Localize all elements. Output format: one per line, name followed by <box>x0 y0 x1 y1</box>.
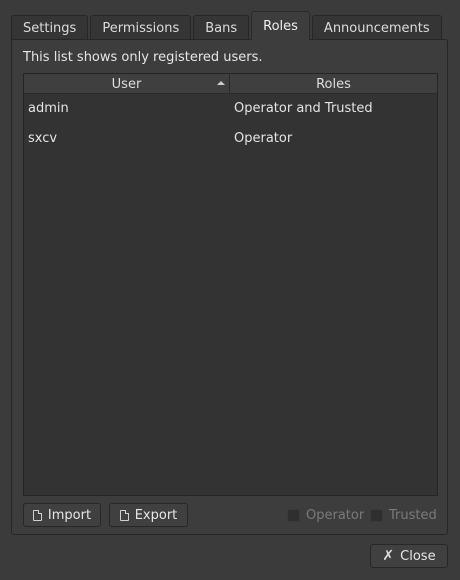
table-row[interactable]: admin Operator and Trusted <box>24 93 437 123</box>
import-button[interactable]: Import <box>23 503 101 527</box>
import-button-label: Import <box>47 507 92 523</box>
trusted-checkbox-box[interactable] <box>370 509 383 522</box>
tab-settings[interactable]: Settings <box>11 15 89 40</box>
table-row[interactable]: sxcv Operator <box>24 123 437 153</box>
roles-cell: Operator <box>234 130 293 146</box>
column-header-roles[interactable]: Roles <box>230 74 437 94</box>
column-header-user[interactable]: User <box>24 74 230 94</box>
operator-checkbox-label: Operator <box>306 508 365 523</box>
document-export-icon <box>119 509 129 521</box>
export-button-label: Export <box>134 507 178 523</box>
tab-bar: Settings Permissions Bans Roles Announce… <box>11 11 444 40</box>
roles-dialog: Settings Permissions Bans Roles Announce… <box>0 0 460 580</box>
operator-checkbox[interactable]: Operator <box>287 508 364 523</box>
column-header-roles-label: Roles <box>316 76 351 92</box>
export-button[interactable]: Export <box>109 503 188 527</box>
roles-cell: Operator and Trusted <box>234 100 373 116</box>
document-import-icon <box>32 509 42 521</box>
info-text: This list shows only registered users. <box>23 50 263 65</box>
tab-roles[interactable]: Roles <box>251 11 310 40</box>
close-button-label: Close <box>400 548 436 564</box>
roles-panel: This list shows only registered users. U… <box>11 39 448 535</box>
sort-ascending-icon <box>217 81 225 85</box>
tab-bans[interactable]: Bans <box>193 15 250 40</box>
tab-announcements[interactable]: Announcements <box>311 15 442 40</box>
operator-checkbox-box[interactable] <box>287 509 300 522</box>
column-header-user-label: User <box>111 76 142 92</box>
user-cell: sxcv <box>28 130 58 146</box>
trusted-checkbox[interactable]: Trusted <box>370 508 437 523</box>
tab-permissions[interactable]: Permissions <box>90 15 192 40</box>
trusted-checkbox-label: Trusted <box>389 508 437 523</box>
user-cell: admin <box>28 100 69 116</box>
close-x-icon: ✗ <box>382 548 395 564</box>
users-table[interactable]: User Roles admin Operator and Trusted sx… <box>23 73 438 496</box>
close-button[interactable]: ✗ Close <box>370 544 448 568</box>
table-header: User Roles <box>24 74 437 94</box>
